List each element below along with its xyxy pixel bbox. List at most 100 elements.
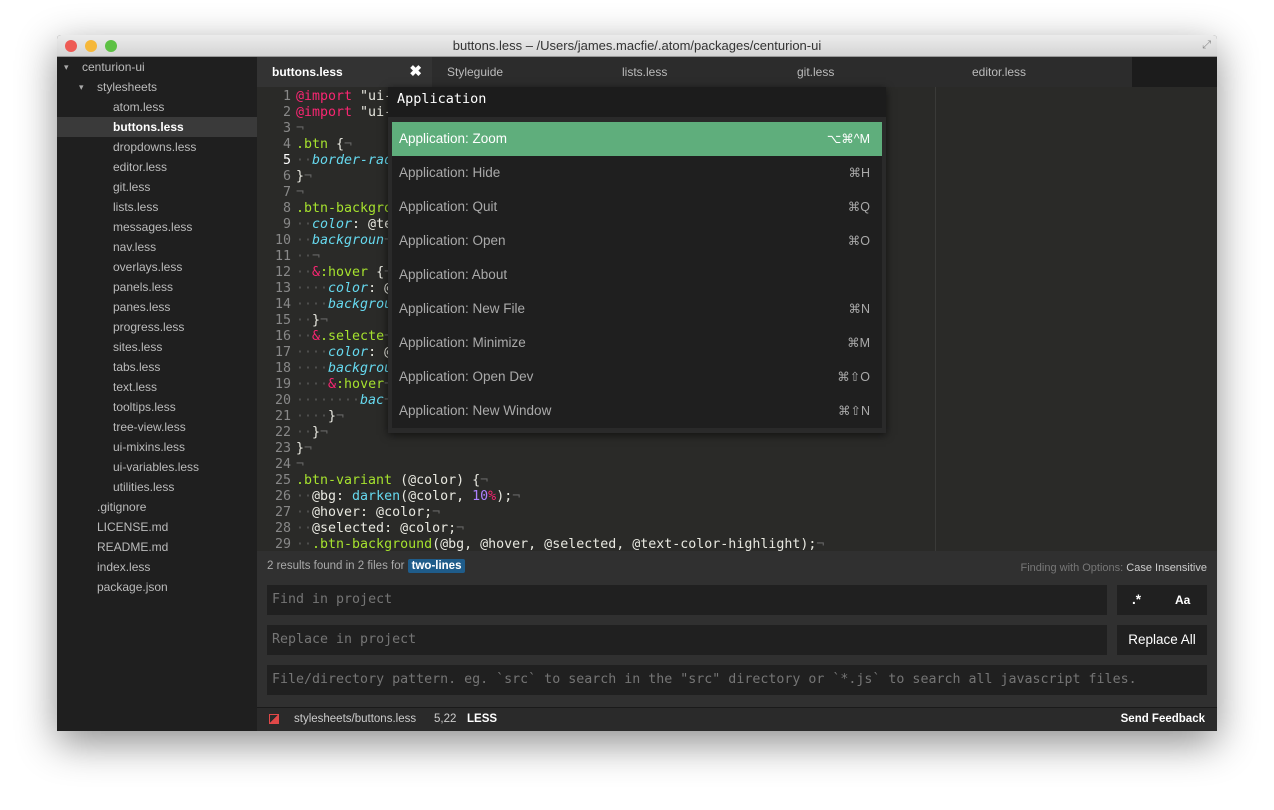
code-line[interactable]: ········bac <box>296 393 392 409</box>
tree-file[interactable]: buttons.less <box>57 117 257 137</box>
command-palette-input[interactable]: Application <box>388 87 886 117</box>
tree-file[interactable]: editor.less <box>57 157 257 177</box>
code-line[interactable]: } <box>296 169 312 185</box>
code-token: @import <box>296 89 353 104</box>
keybinding: ⌘Q <box>847 200 870 214</box>
tree-folder[interactable]: ▾ stylesheets <box>57 77 257 97</box>
command-item[interactable]: Application: New Window ⌘⇧N <box>392 394 882 428</box>
tree-file[interactable]: progress.less <box>57 317 257 337</box>
tree-file[interactable]: tabs.less <box>57 357 257 377</box>
tree-file[interactable]: README.md <box>57 537 257 557</box>
code-line[interactable] <box>296 457 304 473</box>
command-item[interactable]: Application: Open Dev ⌘⇧O <box>392 360 882 394</box>
tree-file[interactable]: .gitignore <box>57 497 257 517</box>
tree-item-label: text.less <box>113 380 158 394</box>
tree-file[interactable]: panes.less <box>57 297 257 317</box>
code-line[interactable]: @import "ui- <box>296 105 400 121</box>
code-line[interactable]: ··@selected: @color; <box>296 521 464 537</box>
send-feedback-link[interactable]: Send Feedback <box>1121 708 1205 730</box>
grammar-selector[interactable]: LESS <box>467 708 497 730</box>
path-pattern-input[interactable] <box>267 665 1207 695</box>
close-tab-icon[interactable]: ✖ <box>409 57 422 87</box>
tree-file[interactable]: nav.less <box>57 237 257 257</box>
line-number: 4 <box>282 137 291 152</box>
tree-file[interactable]: index.less <box>57 557 257 577</box>
line-number: 22 <box>274 425 291 440</box>
tree-file[interactable]: ui-mixins.less <box>57 437 257 457</box>
replace-all-button[interactable]: Replace All <box>1117 625 1207 655</box>
tree-file[interactable]: tooltips.less <box>57 397 257 417</box>
tree-file[interactable]: package.json <box>57 577 257 597</box>
fullscreen-icon[interactable]: ⤢ <box>1202 39 1211 52</box>
tree-file[interactable]: git.less <box>57 177 257 197</box>
code-line[interactable]: .btn { <box>296 137 352 153</box>
code-line[interactable]: ··} <box>296 425 328 441</box>
tree-item-label: tabs.less <box>113 360 161 374</box>
tree-file[interactable]: tree-view.less <box>57 417 257 437</box>
find-options: Finding with Options: Case Insensitive <box>1021 562 1208 574</box>
code-token: :hover <box>320 265 369 280</box>
tree-file[interactable]: overlays.less <box>57 257 257 277</box>
code-line[interactable]: ··@bg: darken(@color, 10%); <box>296 489 520 505</box>
code-line[interactable]: ··} <box>296 313 328 329</box>
tree-file[interactable]: dropdowns.less <box>57 137 257 157</box>
code-line[interactable]: @import "ui- <box>296 89 400 105</box>
command-item[interactable]: Application: About <box>392 258 882 292</box>
keybinding: ⌘⇧O <box>837 370 870 384</box>
tab-git-less[interactable]: git.less <box>782 57 957 87</box>
command-item[interactable]: Application: Zoom ⌥⌘^M <box>392 122 882 156</box>
code-line[interactable] <box>296 121 304 137</box>
title-bar: buttons.less – /Users/james.macfie/.atom… <box>57 35 1217 57</box>
code-line[interactable]: ··.btn-background(@bg, @hover, @selected… <box>296 537 824 551</box>
code-line[interactable]: ·· <box>296 249 320 265</box>
line-number: 28 <box>274 521 291 536</box>
code-token: ·· <box>296 521 313 536</box>
tree-file[interactable]: LICENSE.md <box>57 517 257 537</box>
code-line[interactable]: ··@hover: @color; <box>296 505 440 521</box>
tree-file[interactable]: panels.less <box>57 277 257 297</box>
cursor-position[interactable]: 5,22 <box>434 708 456 730</box>
tree-file[interactable]: text.less <box>57 377 257 397</box>
command-item[interactable]: Application: Minimize ⌘M <box>392 326 882 360</box>
command-item[interactable]: Application: Hide ⌘H <box>392 156 882 190</box>
tree-file[interactable]: lists.less <box>57 197 257 217</box>
command-item[interactable]: Application: Open ⌘O <box>392 224 882 258</box>
command-label: Application: Hide <box>399 165 501 180</box>
code-token: @bg: <box>312 489 353 504</box>
code-line[interactable]: ··color: @te <box>296 217 400 233</box>
regex-toggle[interactable]: .* <box>1132 585 1141 615</box>
code-token: ···· <box>296 281 329 296</box>
tree-file[interactable]: utilities.less <box>57 477 257 497</box>
tree-file[interactable]: messages.less <box>57 217 257 237</box>
tree-file[interactable]: ui-variables.less <box>57 457 257 477</box>
command-item[interactable]: Application: Quit ⌘Q <box>392 190 882 224</box>
file-path[interactable]: stylesheets/buttons.less <box>294 708 416 730</box>
tab-buttons-less[interactable]: buttons.less ✖ <box>257 57 432 87</box>
tab-editor-less[interactable]: editor.less <box>957 57 1132 87</box>
tab-lists-less[interactable]: lists.less <box>607 57 782 87</box>
command-item[interactable]: Application: New File ⌘N <box>392 292 882 326</box>
code-line[interactable]: ····backgrou <box>296 361 400 377</box>
project-find-panel: 2 results found in 2 files for two-lines… <box>257 551 1217 707</box>
find-input[interactable] <box>267 585 1107 615</box>
tree-folder[interactable]: ▾ centurion-ui <box>57 57 257 77</box>
code-line[interactable]: ··&:hover { <box>296 265 392 281</box>
case-sensitive-toggle[interactable]: Aa <box>1175 585 1190 615</box>
code-line[interactable]: ··border-rad <box>296 153 400 169</box>
code-line[interactable]: ··backgroun <box>296 233 392 249</box>
code-line[interactable]: ····backgrou <box>296 297 400 313</box>
tree-file[interactable]: sites.less <box>57 337 257 357</box>
code-line[interactable] <box>296 185 304 201</box>
code-line[interactable]: .btn-variant (@color) { <box>296 473 488 489</box>
code-line[interactable]: ··&.selecte <box>296 329 392 345</box>
code-line[interactable]: ····color: @ <box>296 345 400 361</box>
code-line[interactable]: } <box>296 441 312 457</box>
code-line[interactable]: ····} <box>296 409 344 425</box>
code-line[interactable]: ····color: @ <box>296 281 400 297</box>
replace-input[interactable] <box>267 625 1107 655</box>
tree-file[interactable]: atom.less <box>57 97 257 117</box>
tab-styleguide[interactable]: Styleguide <box>432 57 607 87</box>
code-line[interactable]: ····&:hover <box>296 377 392 393</box>
code-token: (@color, <box>400 489 473 504</box>
code-line[interactable]: .btn-backgro <box>296 201 400 217</box>
